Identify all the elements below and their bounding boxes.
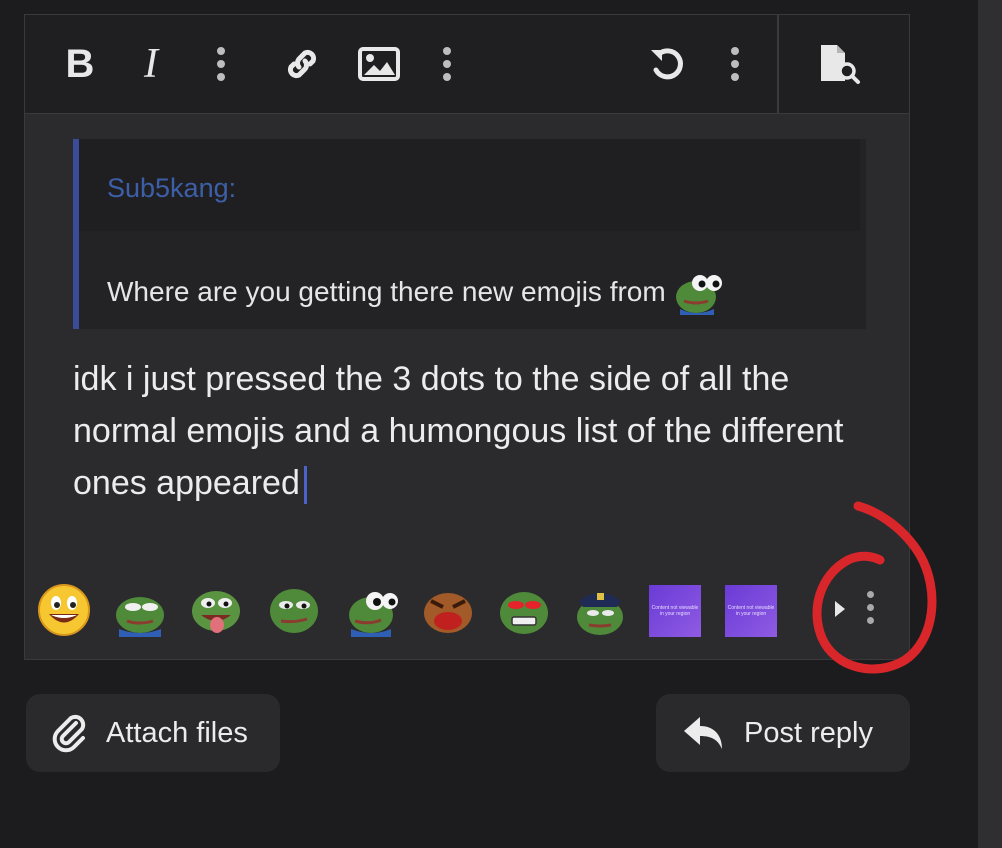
attach-files-label: Attach files xyxy=(106,716,248,749)
attach-files-button[interactable]: Attach files xyxy=(26,694,280,772)
reply-arrow-icon xyxy=(684,717,722,749)
post-reply-label: Post reply xyxy=(744,716,873,749)
post-reply-button[interactable]: Post reply xyxy=(656,694,910,772)
paperclip-icon xyxy=(52,714,86,753)
